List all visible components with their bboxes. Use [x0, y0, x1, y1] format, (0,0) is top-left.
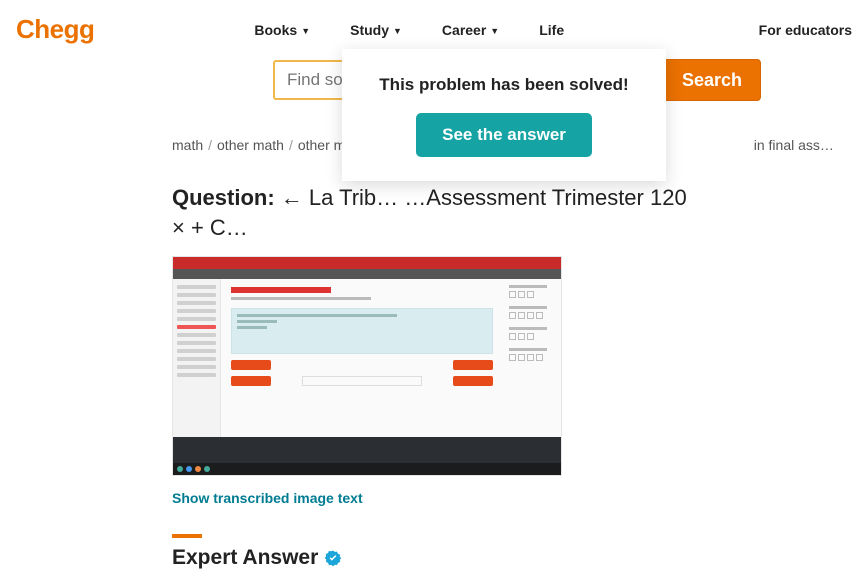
- thumb-question-panel: [231, 308, 493, 354]
- nav-books-label: Books: [254, 22, 297, 38]
- breadcrumb-sep: /: [289, 137, 293, 153]
- question-title: Question: ← La Trib… …Assessment Trimest…: [172, 183, 690, 242]
- show-transcribed-link[interactable]: Show transcribed image text: [172, 490, 690, 506]
- thumb-browser-tabbar: [173, 257, 561, 269]
- chegg-logo[interactable]: Chegg: [16, 14, 94, 45]
- thumb-course-title: [231, 287, 331, 293]
- question-label: Question:: [172, 185, 275, 210]
- thumb-body: [173, 279, 561, 437]
- caret-down-icon: ▼: [301, 26, 310, 36]
- question-screenshot-thumb[interactable]: [172, 256, 562, 476]
- nav-study-label: Study: [350, 22, 389, 38]
- crumb-current: in final assessment trimester…: [754, 137, 840, 153]
- nav-books[interactable]: Books ▼: [254, 22, 310, 38]
- verified-badge-icon: [324, 549, 342, 567]
- see-answer-button[interactable]: See the answer: [416, 113, 592, 157]
- crumb-other-math[interactable]: other math: [217, 137, 284, 153]
- crumb-math[interactable]: math: [172, 137, 203, 153]
- thumb-page-footer: [173, 437, 561, 463]
- solved-popup: This problem has been solved! See the an…: [342, 49, 666, 181]
- search-button[interactable]: Search: [663, 59, 761, 101]
- nav-study[interactable]: Study ▼: [350, 22, 402, 38]
- expert-answer-label: Expert Answer: [172, 546, 318, 570]
- expert-answer-heading: Expert Answer: [172, 546, 690, 570]
- thumb-browser-urlbar: [173, 269, 561, 279]
- nav-career-label: Career: [442, 22, 486, 38]
- nav-life[interactable]: Life: [539, 22, 564, 38]
- thumb-rightcol: [503, 279, 561, 437]
- thumb-windows-taskbar: [173, 463, 561, 475]
- nav-educators[interactable]: For educators: [759, 22, 852, 38]
- main-content: math/other math/other math in final asse…: [0, 137, 690, 570]
- caret-down-icon: ▼: [393, 26, 402, 36]
- popup-title: This problem has been solved!: [362, 75, 646, 95]
- breadcrumb-sep: /: [208, 137, 212, 153]
- primary-nav: Books ▼ Study ▼ Career ▼ Life: [254, 22, 564, 38]
- caret-down-icon: ▼: [490, 26, 499, 36]
- thumb-sidebar: [173, 279, 221, 437]
- section-accent-bar: [172, 534, 202, 538]
- nav-life-label: Life: [539, 22, 564, 38]
- thumb-main: [221, 279, 503, 437]
- nav-career[interactable]: Career ▼: [442, 22, 499, 38]
